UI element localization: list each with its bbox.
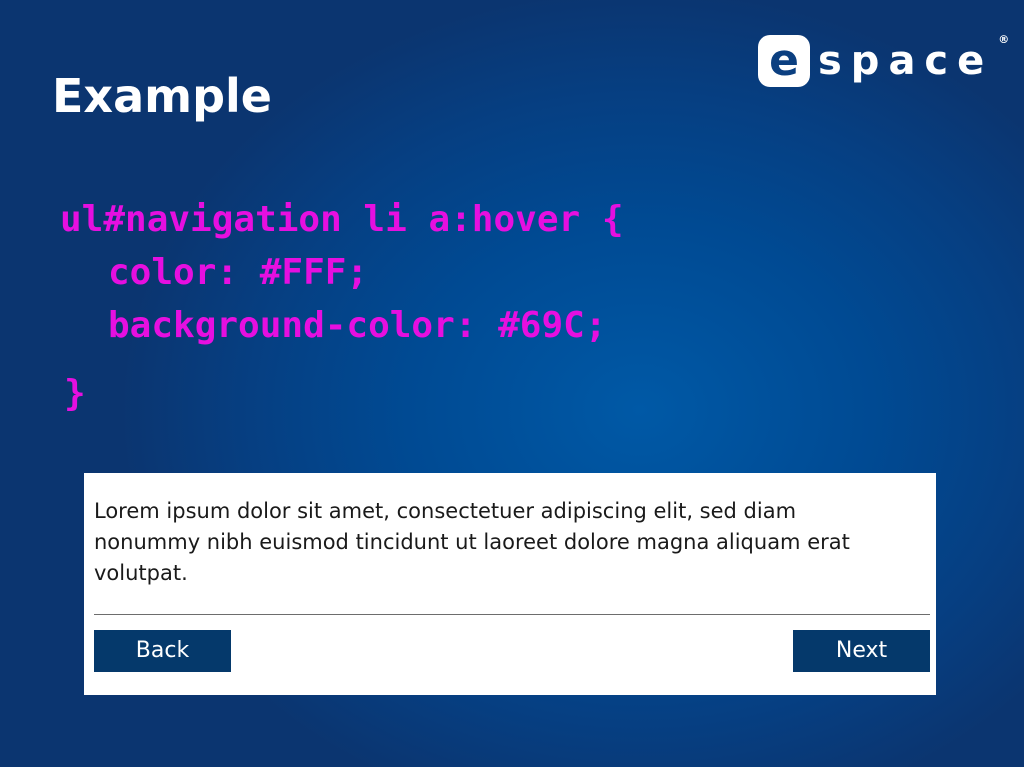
code-line-background-color: background-color: #69C;: [108, 305, 607, 346]
code-line-color: color: #FFF;: [108, 252, 369, 293]
code-line-selector: ul#navigation li a:hover {: [60, 199, 624, 240]
espace-logo: e space ®: [758, 34, 1009, 88]
back-button[interactable]: Back: [94, 630, 231, 672]
code-line-closing-brace: }: [64, 373, 86, 414]
registered-mark: ®: [998, 33, 1010, 46]
demo-divider: [94, 614, 930, 615]
slide-title: Example: [52, 69, 272, 123]
demo-paragraph: Lorem ipsum dolor sit amet, consectetuer…: [94, 499, 850, 585]
demo-panel: Lorem ipsum dolor sit amet, consectetuer…: [84, 473, 936, 695]
next-button[interactable]: Next: [793, 630, 930, 672]
logo-wordmark: space: [818, 38, 994, 84]
logo-e-mark: e: [758, 35, 810, 87]
